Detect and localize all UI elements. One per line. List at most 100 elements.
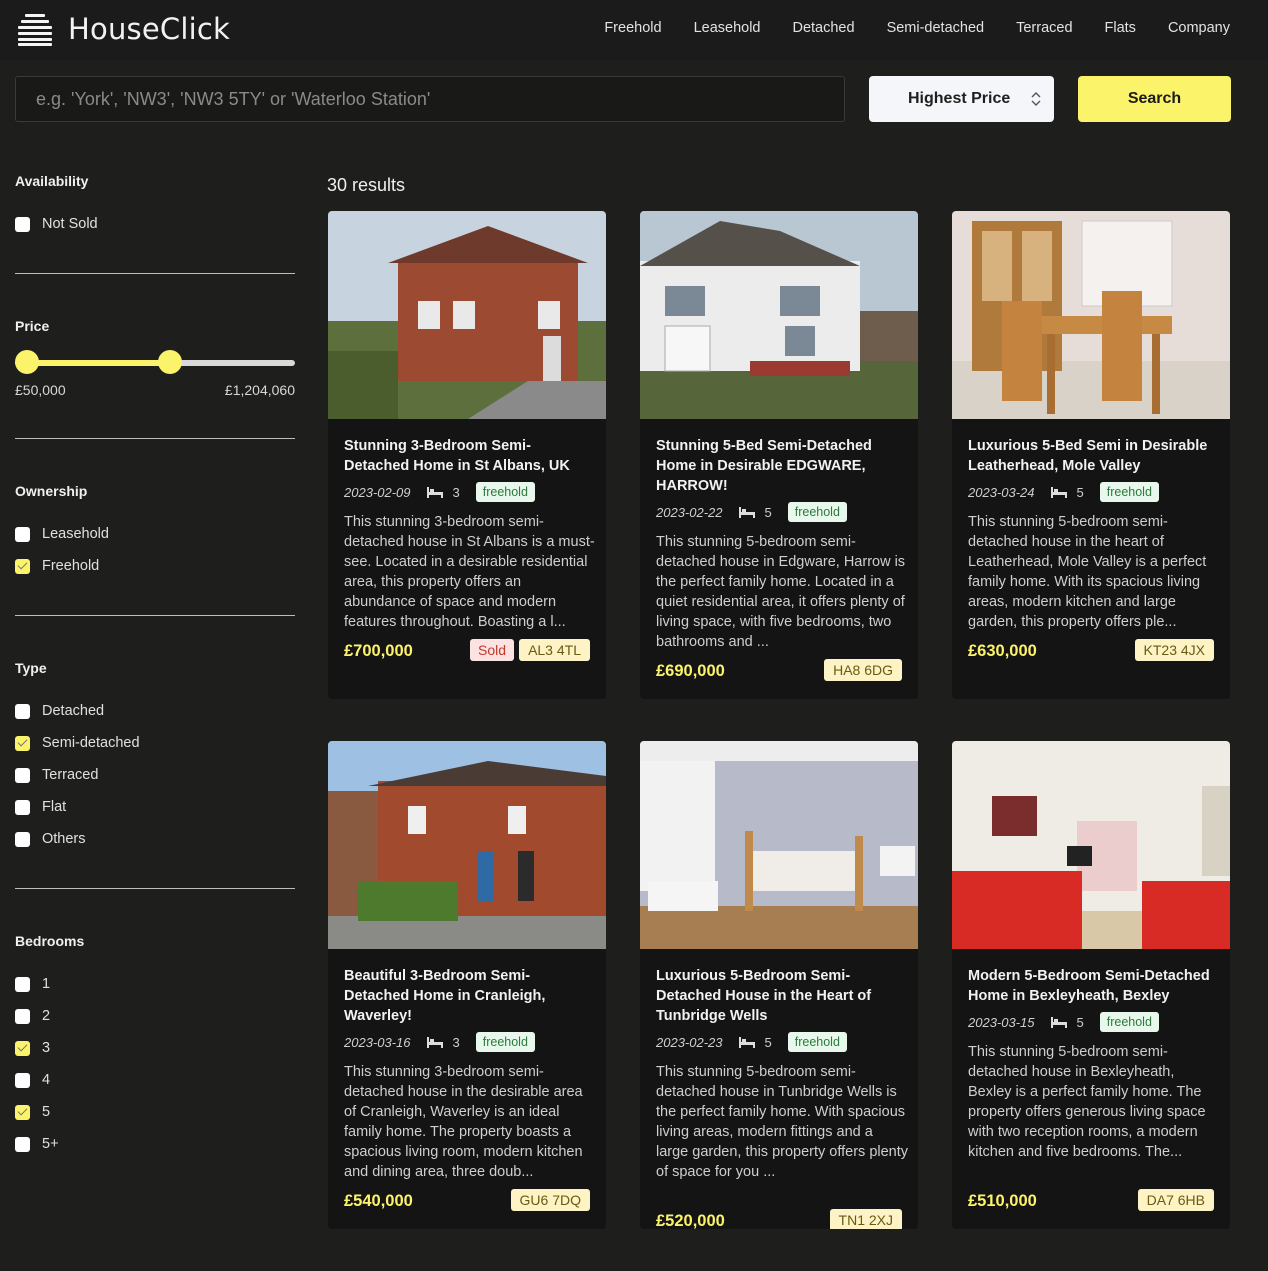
price-max-handle[interactable]	[158, 350, 183, 374]
price-slider-fill	[27, 360, 171, 366]
listing-card[interactable]: Modern 5-Bedroom Semi-Detached Home in B…	[952, 741, 1230, 1229]
not-sold-checkbox[interactable]	[15, 216, 30, 232]
filter-bedrooms-2[interactable]: 2	[15, 1008, 50, 1024]
listing-title[interactable]: Stunning 5-Bed Semi-Detached Home in Des…	[656, 436, 906, 496]
postcode-badge: HA8 6DG	[824, 659, 902, 681]
ownership-badge: freehold	[475, 1032, 535, 1052]
listing-meta: 2023-03-16 3 freehold	[344, 1032, 535, 1052]
bedrooms-1-label: 1	[42, 976, 51, 992]
listing-card[interactable]: Luxurious 5-Bedroom Semi-Detached House …	[640, 741, 918, 1229]
listing-date: 2023-03-24	[968, 484, 1035, 500]
price-slider-track[interactable]	[15, 360, 295, 366]
postcode-badge: GU6 7DQ	[510, 1189, 590, 1211]
terraced-label: Terraced	[42, 767, 99, 783]
freehold-label: Freehold	[42, 558, 100, 574]
listing-title[interactable]: Luxurious 5-Bed Semi in Desirable Leathe…	[968, 436, 1218, 476]
filter-semi-detached[interactable]: Semi-detached	[15, 735, 140, 751]
listing-card[interactable]: Beautiful 3-Bedroom Semi-Detached Home i…	[328, 741, 606, 1229]
availability-title: Availability	[15, 173, 89, 189]
bedrooms-5-checkbox[interactable]	[15, 1104, 30, 1120]
filter-bedrooms-5[interactable]: 5	[15, 1104, 50, 1120]
freehold-checkbox[interactable]	[15, 558, 30, 574]
filter-bedrooms-4[interactable]: 4	[15, 1072, 50, 1088]
nav-freehold[interactable]: Freehold	[604, 20, 661, 36]
listing-title[interactable]: Stunning 3-Bedroom Semi-Detached Home in…	[344, 436, 594, 476]
sort-arrows-icon	[1031, 92, 1041, 106]
listing-photo[interactable]	[952, 211, 1230, 419]
listing-tags: DA7 6HB	[1137, 1189, 1214, 1211]
sold-badge: Sold	[470, 639, 515, 661]
listing-title[interactable]: Luxurious 5-Bedroom Semi-Detached House …	[656, 966, 906, 1026]
listing-card[interactable]: Luxurious 5-Bed Semi in Desirable Leathe…	[952, 211, 1230, 699]
bedrooms-2-checkbox[interactable]	[15, 1008, 30, 1024]
others-checkbox[interactable]	[15, 831, 30, 847]
divider	[15, 438, 295, 439]
listing-price: £690,000	[656, 662, 725, 680]
price-min-label: £50,000	[15, 382, 66, 398]
listing-title[interactable]: Beautiful 3-Bedroom Semi-Detached Home i…	[344, 966, 594, 1026]
listing-card[interactable]: Stunning 3-Bedroom Semi-Detached Home in…	[328, 211, 606, 699]
detached-checkbox[interactable]	[15, 703, 30, 719]
bedrooms-3-checkbox[interactable]	[15, 1040, 30, 1056]
filter-terraced[interactable]: Terraced	[15, 767, 98, 783]
postcode-badge: TN1 2XJ	[829, 1209, 902, 1229]
listing-photo[interactable]	[640, 211, 918, 419]
bedrooms-2-label: 2	[42, 1008, 51, 1024]
filter-flat[interactable]: Flat	[15, 799, 66, 815]
ownership-badge: freehold	[1099, 482, 1159, 502]
filter-others[interactable]: Others	[15, 831, 86, 847]
nav-detached[interactable]: Detached	[792, 20, 854, 36]
flat-label: Flat	[42, 799, 67, 815]
filter-bedrooms-5-plus[interactable]: 5+	[15, 1136, 59, 1152]
listing-tags: HA8 6DG	[824, 659, 902, 681]
filter-detached[interactable]: Detached	[15, 703, 104, 719]
nav-company[interactable]: Company	[1168, 20, 1230, 36]
listing-title[interactable]: Modern 5-Bedroom Semi-Detached Home in B…	[968, 966, 1218, 1006]
listing-description: This stunning 5-bedroom semi-detached ho…	[656, 534, 906, 650]
listing-description: This stunning 5-bedroom semi-detached ho…	[656, 1064, 909, 1180]
listing-meta: 2023-03-15 5 freehold	[968, 1012, 1159, 1032]
filter-bedrooms-1[interactable]: 1	[15, 976, 50, 992]
bedrooms-1-checkbox[interactable]	[15, 976, 30, 992]
listing-description: This stunning 5-bedroom semi-detached ho…	[968, 1044, 1206, 1160]
flat-checkbox[interactable]	[15, 799, 30, 815]
filter-bedrooms-3[interactable]: 3	[15, 1040, 50, 1056]
listing-card[interactable]: Stunning 5-Bed Semi-Detached Home in Des…	[640, 211, 918, 699]
divider	[15, 888, 295, 889]
terraced-checkbox[interactable]	[15, 767, 30, 783]
bed-icon	[738, 507, 755, 518]
bedroom-count: 3	[452, 1034, 460, 1050]
ownership-title: Ownership	[15, 483, 88, 499]
nav-semi-detached[interactable]: Semi-detached	[887, 20, 985, 36]
bedrooms-4-label: 4	[42, 1072, 51, 1088]
nav-flats[interactable]: Flats	[1105, 20, 1136, 36]
search-input[interactable]	[15, 76, 845, 122]
listing-photo[interactable]	[328, 741, 606, 949]
ownership-badge: freehold	[787, 1032, 847, 1052]
sort-select[interactable]: Highest Price	[869, 76, 1054, 122]
price-max-label: £1,204,060	[224, 382, 295, 398]
leasehold-label: Leasehold	[42, 526, 109, 542]
brand-logo[interactable]: HouseClick	[18, 12, 230, 46]
listing-photo[interactable]	[952, 741, 1230, 949]
bedrooms-4-checkbox[interactable]	[15, 1072, 30, 1088]
listing-meta: 2023-02-09 3 freehold	[344, 482, 535, 502]
nav-leasehold[interactable]: Leasehold	[694, 20, 761, 36]
leasehold-checkbox[interactable]	[15, 526, 30, 542]
price-min-handle[interactable]	[15, 350, 39, 374]
ownership-badge: freehold	[1099, 1012, 1159, 1032]
search-button[interactable]: Search	[1078, 76, 1231, 122]
listing-photo[interactable]	[328, 211, 606, 419]
filter-freehold[interactable]: Freehold	[15, 558, 99, 574]
bedrooms-5-plus-checkbox[interactable]	[15, 1136, 30, 1152]
listing-tags: GU6 7DQ	[510, 1189, 590, 1211]
nav-terraced[interactable]: Terraced	[1016, 20, 1072, 36]
bedroom-count: 3	[452, 484, 460, 500]
semi-detached-checkbox[interactable]	[15, 735, 30, 751]
filter-leasehold[interactable]: Leasehold	[15, 526, 109, 542]
filter-not-sold[interactable]: Not Sold	[15, 216, 98, 232]
listing-price: £700,000	[344, 642, 413, 660]
results-count: 30 results	[327, 175, 406, 195]
listing-photo[interactable]	[640, 741, 918, 949]
bedrooms-5-plus-label: 5+	[42, 1136, 59, 1152]
